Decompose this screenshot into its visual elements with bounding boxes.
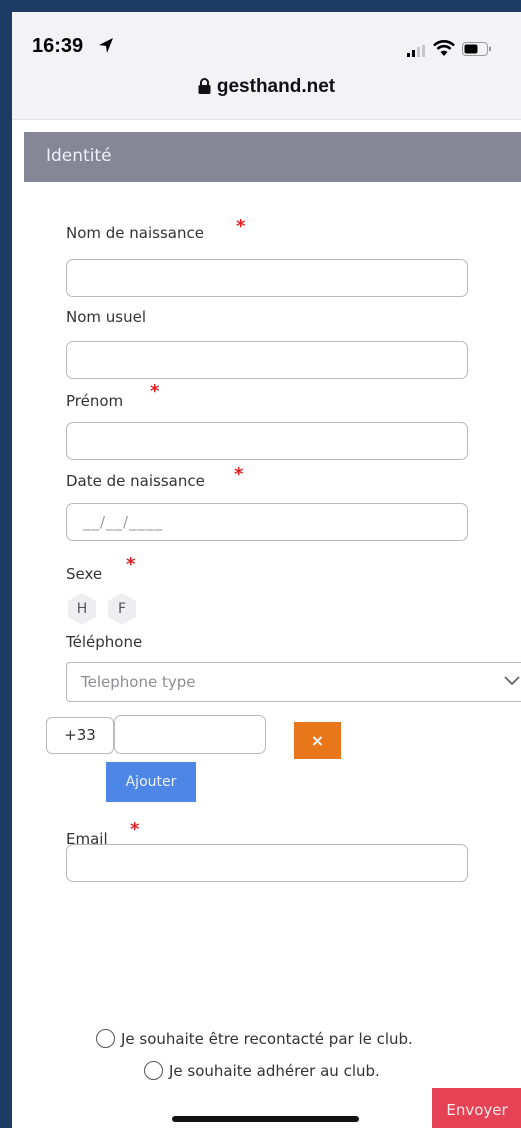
home-indicator xyxy=(172,1116,359,1122)
section-header: Identité xyxy=(24,132,521,182)
phone-label: Téléphone xyxy=(66,633,143,651)
first-name-input[interactable] xyxy=(66,422,468,460)
required-marker: * xyxy=(130,819,140,840)
contact-option-label: Je souhaite être recontacté par le club. xyxy=(121,1029,413,1048)
birth-date-input[interactable]: __/__/____ xyxy=(66,503,468,541)
country-code-field[interactable]: +33 xyxy=(46,717,114,754)
phone-screen: 16:39 gesthand.net Identité Nom de naiss… xyxy=(12,12,521,1128)
join-option[interactable]: Je souhaite adhérer au club. xyxy=(144,1061,380,1080)
birth-date-label: Date de naissance xyxy=(66,472,205,490)
signal-icon xyxy=(407,45,425,57)
chevron-down-icon xyxy=(504,676,520,686)
wifi-icon xyxy=(433,40,455,56)
email-input[interactable] xyxy=(66,844,468,882)
remove-phone-button[interactable]: × xyxy=(294,722,341,759)
phone-number-input[interactable] xyxy=(114,715,266,754)
required-marker: * xyxy=(150,381,160,402)
sex-option-f[interactable]: F xyxy=(108,593,136,625)
required-marker: * xyxy=(234,464,244,485)
browser-top-bar: 16:39 gesthand.net xyxy=(12,12,521,120)
phone-type-select[interactable]: Telephone type xyxy=(66,662,521,702)
birth-date-placeholder: __/__/____ xyxy=(83,513,164,531)
sex-label: Sexe xyxy=(66,565,103,583)
battery-icon xyxy=(462,42,491,56)
lock-icon xyxy=(198,78,211,94)
url-bar[interactable]: gesthand.net xyxy=(12,76,521,98)
contact-option[interactable]: Je souhaite être recontacté par le club. xyxy=(96,1029,413,1048)
url-text: gesthand.net xyxy=(216,76,336,97)
section-title: Identité xyxy=(46,146,112,166)
usual-name-label: Nom usuel xyxy=(66,308,147,326)
birth-name-label: Nom de naissance xyxy=(66,224,204,242)
location-arrow-icon xyxy=(99,38,113,53)
required-marker: * xyxy=(236,216,246,237)
contact-radio[interactable] xyxy=(96,1029,115,1048)
sex-option-h[interactable]: H xyxy=(68,593,96,625)
phone-type-placeholder: Telephone type xyxy=(81,673,196,691)
submit-button[interactable]: Envoyer xyxy=(432,1088,521,1128)
add-phone-button[interactable]: Ajouter xyxy=(106,762,196,802)
join-radio[interactable] xyxy=(144,1061,163,1080)
join-option-label: Je souhaite adhérer au club. xyxy=(169,1061,380,1080)
birth-name-input[interactable] xyxy=(66,259,468,297)
required-marker: * xyxy=(126,554,136,575)
status-time: 16:39 xyxy=(32,35,84,57)
first-name-label: Prénom xyxy=(66,392,124,410)
usual-name-input[interactable] xyxy=(66,341,468,379)
